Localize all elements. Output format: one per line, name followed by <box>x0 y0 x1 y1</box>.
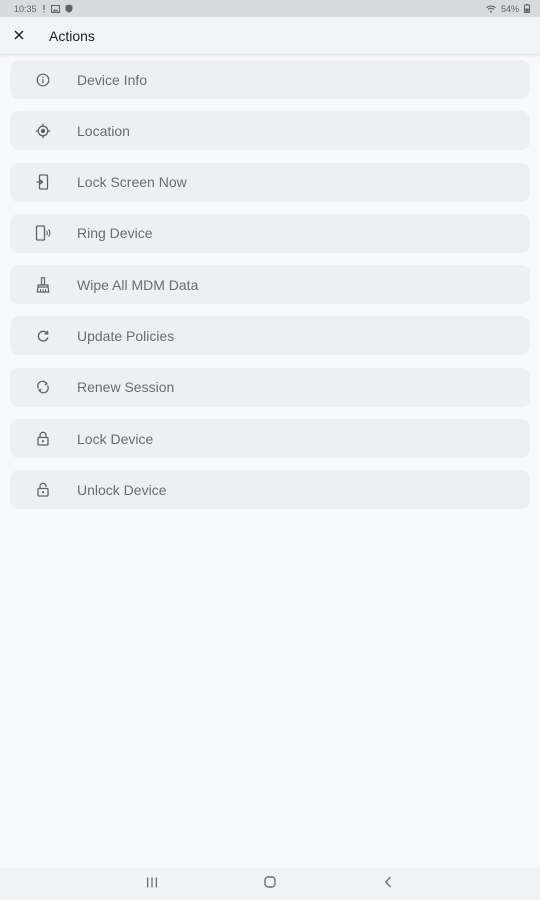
home-icon <box>264 875 276 893</box>
back-button[interactable] <box>329 868 447 900</box>
battery-icon <box>524 4 530 13</box>
action-label: Renew Session <box>77 379 175 396</box>
actions-list: Device Info Location Lock Screen Now Rin… <box>10 60 530 522</box>
shield-notification-icon <box>65 4 73 13</box>
gallery-notification-icon <box>50 4 60 13</box>
battery-percentage: 54% <box>500 3 519 14</box>
sync-icon <box>10 380 76 394</box>
close-icon <box>14 27 24 45</box>
action-label: Update Policies <box>77 327 175 344</box>
status-right: 54% <box>486 4 530 14</box>
action-unlock-device[interactable]: Unlock Device <box>10 470 530 510</box>
unlock-icon <box>10 482 76 498</box>
action-label: Device Info <box>77 71 148 88</box>
navigation-bar <box>0 868 540 900</box>
action-lock-screen-now[interactable]: Lock Screen Now <box>10 162 530 202</box>
toolbar: Actions <box>0 17 540 55</box>
recent-apps-icon <box>146 875 158 893</box>
action-label: Ring Device <box>77 225 153 242</box>
action-label: Wipe All MDM Data <box>77 276 199 293</box>
action-ring-device[interactable]: Ring Device <box>10 213 530 253</box>
action-label: Location <box>77 122 130 139</box>
ring-device-icon <box>10 225 76 242</box>
action-label: Lock Screen Now <box>77 174 187 191</box>
close-button[interactable] <box>0 17 38 55</box>
wipe-icon <box>10 276 76 293</box>
action-label: Unlock Device <box>77 481 167 498</box>
action-renew-session[interactable]: Renew Session <box>10 367 530 407</box>
lock-icon <box>10 431 76 446</box>
wifi-icon <box>486 5 496 13</box>
location-icon <box>10 123 76 139</box>
status-time: 10:35 <box>14 3 37 14</box>
action-device-info[interactable]: Device Info <box>10 60 530 99</box>
home-button[interactable] <box>211 868 329 900</box>
action-location[interactable]: Location <box>10 111 530 151</box>
action-wipe-all-mdm-data[interactable]: Wipe All MDM Data <box>10 265 530 305</box>
status-bar: 10:35 54% <box>0 0 540 17</box>
recent-apps-button[interactable] <box>93 868 211 900</box>
action-lock-device[interactable]: Lock Device <box>10 419 530 459</box>
page-title: Actions <box>49 27 95 44</box>
status-left: 10:35 <box>14 4 73 14</box>
action-update-policies[interactable]: Update Policies <box>10 316 530 356</box>
action-label: Lock Device <box>77 430 154 447</box>
lock-screen-icon <box>10 174 76 190</box>
refresh-icon <box>10 329 76 343</box>
info-icon <box>10 73 76 87</box>
notification-alert-icon <box>42 4 46 13</box>
back-icon <box>384 875 392 893</box>
